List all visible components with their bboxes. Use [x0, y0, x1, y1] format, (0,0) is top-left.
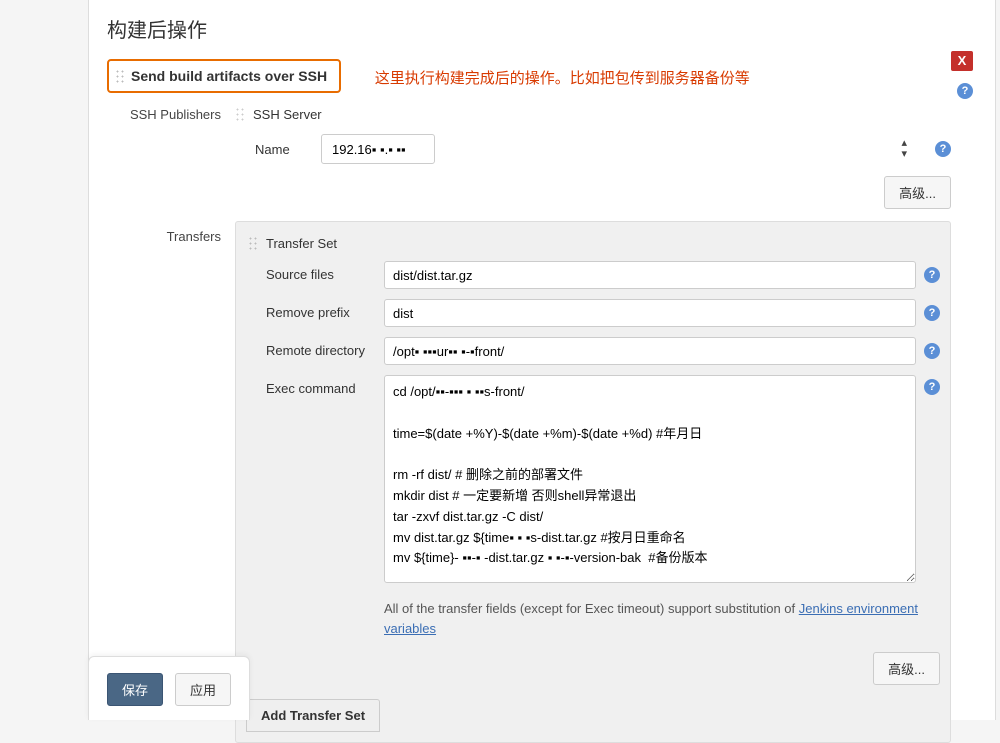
- help-icon[interactable]: ?: [957, 83, 973, 99]
- name-label: Name: [255, 142, 303, 157]
- drag-handle-icon[interactable]: [115, 69, 124, 83]
- transfer-set-title: Transfer Set: [246, 232, 940, 261]
- ssh-advanced-button[interactable]: 高级...: [884, 176, 951, 209]
- transfers-label: Transfers: [167, 229, 221, 244]
- remote-directory-input[interactable]: [384, 337, 916, 365]
- help-icon[interactable]: ?: [924, 267, 940, 283]
- source-files-label: Source files: [266, 261, 374, 282]
- ssh-publishers-label: SSH Publishers: [107, 107, 221, 122]
- remote-directory-label: Remote directory: [266, 337, 374, 358]
- close-section-button[interactable]: X: [951, 51, 973, 71]
- help-icon[interactable]: ?: [924, 305, 940, 321]
- transfer-advanced-button[interactable]: 高级...: [873, 652, 940, 685]
- drag-handle-icon[interactable]: [248, 236, 257, 250]
- help-icon[interactable]: ?: [924, 343, 940, 359]
- chevron-updown-icon: ▴▾: [901, 138, 907, 160]
- help-icon[interactable]: ?: [935, 141, 951, 157]
- source-files-input[interactable]: [384, 261, 916, 289]
- bottom-bar: 保存 应用: [88, 656, 250, 720]
- exec-command-textarea[interactable]: [384, 375, 916, 583]
- ssh-server-select[interactable]: 192.16▪ ▪.▪ ▪▪: [321, 134, 435, 164]
- help-icon[interactable]: ?: [924, 379, 940, 395]
- ssh-server-title: SSH Server: [235, 105, 951, 134]
- page-title: 构建后操作: [89, 0, 995, 59]
- apply-button[interactable]: 应用: [175, 673, 231, 706]
- add-transfer-set-button[interactable]: Add Transfer Set: [246, 699, 380, 732]
- section-header-title: Send build artifacts over SSH: [131, 68, 327, 84]
- exec-command-label: Exec command: [266, 375, 374, 396]
- transfer-hint: All of the transfer fields (except for E…: [246, 593, 940, 638]
- remove-prefix-label: Remove prefix: [266, 299, 374, 320]
- save-button[interactable]: 保存: [107, 673, 163, 706]
- remove-prefix-input[interactable]: [384, 299, 916, 327]
- drag-handle-icon[interactable]: [235, 107, 244, 121]
- annotation-text: 这里执行构建完成后的操作。比如把包传到服务器备份等: [375, 70, 750, 87]
- section-header[interactable]: Send build artifacts over SSH: [107, 59, 341, 93]
